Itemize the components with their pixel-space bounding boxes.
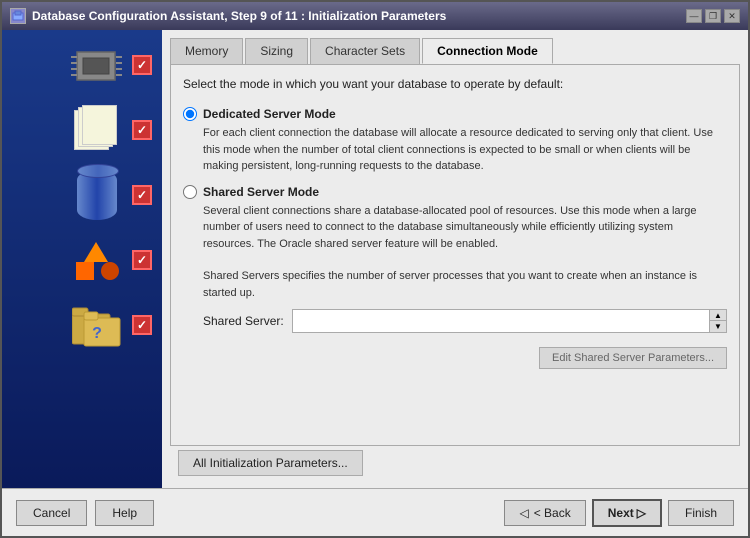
docs-icon-container xyxy=(69,105,124,155)
help-button[interactable]: Help xyxy=(95,500,154,526)
panel-item-chip: ✓ xyxy=(12,40,152,90)
left-panel: ✓ ✓ ✓ xyxy=(2,30,162,488)
main-window: Database Configuration Assistant, Step 9… xyxy=(0,0,750,538)
shared-mode-text: Shared Server Mode xyxy=(203,185,319,199)
tab-character-sets[interactable]: Character Sets xyxy=(310,38,420,64)
minimize-button[interactable]: — xyxy=(686,9,702,23)
next-button[interactable]: Next ▷ xyxy=(592,499,662,527)
svg-text:?: ? xyxy=(92,325,102,342)
next-chevron-icon: ▷ xyxy=(637,506,646,520)
tab-bar: Memory Sizing Character Sets Connection … xyxy=(170,38,740,64)
tab-connection-mode[interactable]: Connection Mode xyxy=(422,38,553,64)
all-params-button[interactable]: All Initialization Parameters... xyxy=(178,450,363,476)
shared-mode-radio[interactable] xyxy=(183,185,197,199)
folders-icon-container: ? xyxy=(69,300,124,350)
back-label: < Back xyxy=(534,506,571,520)
close-button[interactable]: ✕ xyxy=(724,9,740,23)
tab-sizing[interactable]: Sizing xyxy=(245,38,308,64)
titlebar-left: Database Configuration Assistant, Step 9… xyxy=(10,8,446,24)
panel-item-cylinder: ✓ xyxy=(12,170,152,220)
shared-mode-option: Shared Server Mode Several client connec… xyxy=(183,185,727,253)
shared-server-input[interactable] xyxy=(293,311,709,331)
back-button[interactable]: ◁ < Back xyxy=(504,500,585,526)
next-label: Next xyxy=(608,506,634,520)
main-content: ✓ ✓ ✓ xyxy=(2,30,748,488)
back-chevron-icon: ◁ xyxy=(519,506,528,520)
all-params-area: All Initialization Parameters... xyxy=(170,446,740,480)
shared-server-row: Shared Server: ▲ ▼ xyxy=(183,309,727,333)
shared-server-note: Shared Servers specifies the number of s… xyxy=(183,268,727,301)
spinner-down-button[interactable]: ▼ xyxy=(710,321,726,332)
titlebar: Database Configuration Assistant, Step 9… xyxy=(2,2,748,30)
checkmark-badge-1: ✓ xyxy=(132,55,152,75)
cylinder-icon-container xyxy=(69,170,124,220)
tab-memory[interactable]: Memory xyxy=(170,38,243,64)
panel-item-shapes: ✓ xyxy=(12,235,152,285)
description-text: Select the mode in which you want your d… xyxy=(183,77,727,91)
bottom-bar: Cancel Help ◁ < Back Next ▷ Finish xyxy=(2,488,748,536)
spinner-up-button[interactable]: ▲ xyxy=(710,310,726,321)
right-panel: Memory Sizing Character Sets Connection … xyxy=(162,30,748,488)
bottom-left: Cancel Help xyxy=(16,500,154,526)
finish-button[interactable]: Finish xyxy=(668,500,734,526)
titlebar-controls: — ❐ ✕ xyxy=(686,9,740,23)
dedicated-mode-option: Dedicated Server Mode For each client co… xyxy=(183,107,727,175)
shared-mode-desc: Several client connections share a datab… xyxy=(183,203,727,253)
panel-item-docs: ✓ xyxy=(12,105,152,155)
dedicated-mode-desc: For each client connection the database … xyxy=(183,125,727,175)
restore-button[interactable]: ❐ xyxy=(705,9,721,23)
shared-mode-label[interactable]: Shared Server Mode xyxy=(183,185,727,199)
cancel-button[interactable]: Cancel xyxy=(16,500,87,526)
shared-server-section: Shared Servers specifies the number of s… xyxy=(183,268,727,369)
edit-shared-server-button[interactable]: Edit Shared Server Parameters... xyxy=(539,347,727,369)
dedicated-mode-text: Dedicated Server Mode xyxy=(203,107,336,121)
shapes-icon-container xyxy=(69,235,124,285)
window-title: Database Configuration Assistant, Step 9… xyxy=(32,9,446,23)
shared-server-input-container: ▲ ▼ xyxy=(292,309,727,333)
app-icon xyxy=(10,8,26,24)
checkmark-badge-2: ✓ xyxy=(132,120,152,140)
shared-server-label: Shared Server: xyxy=(203,314,284,328)
checkmark-badge-3: ✓ xyxy=(132,185,152,205)
chip-icon-container xyxy=(69,40,124,90)
checkmark-badge-5: ✓ xyxy=(132,315,152,335)
dedicated-mode-label[interactable]: Dedicated Server Mode xyxy=(183,107,727,121)
content-area: Select the mode in which you want your d… xyxy=(170,64,740,446)
panel-item-folders: ? ✓ xyxy=(12,300,152,350)
spinner-buttons: ▲ ▼ xyxy=(709,310,726,332)
dedicated-mode-radio[interactable] xyxy=(183,107,197,121)
checkmark-badge-4: ✓ xyxy=(132,250,152,270)
bottom-right: ◁ < Back Next ▷ Finish xyxy=(504,499,734,527)
